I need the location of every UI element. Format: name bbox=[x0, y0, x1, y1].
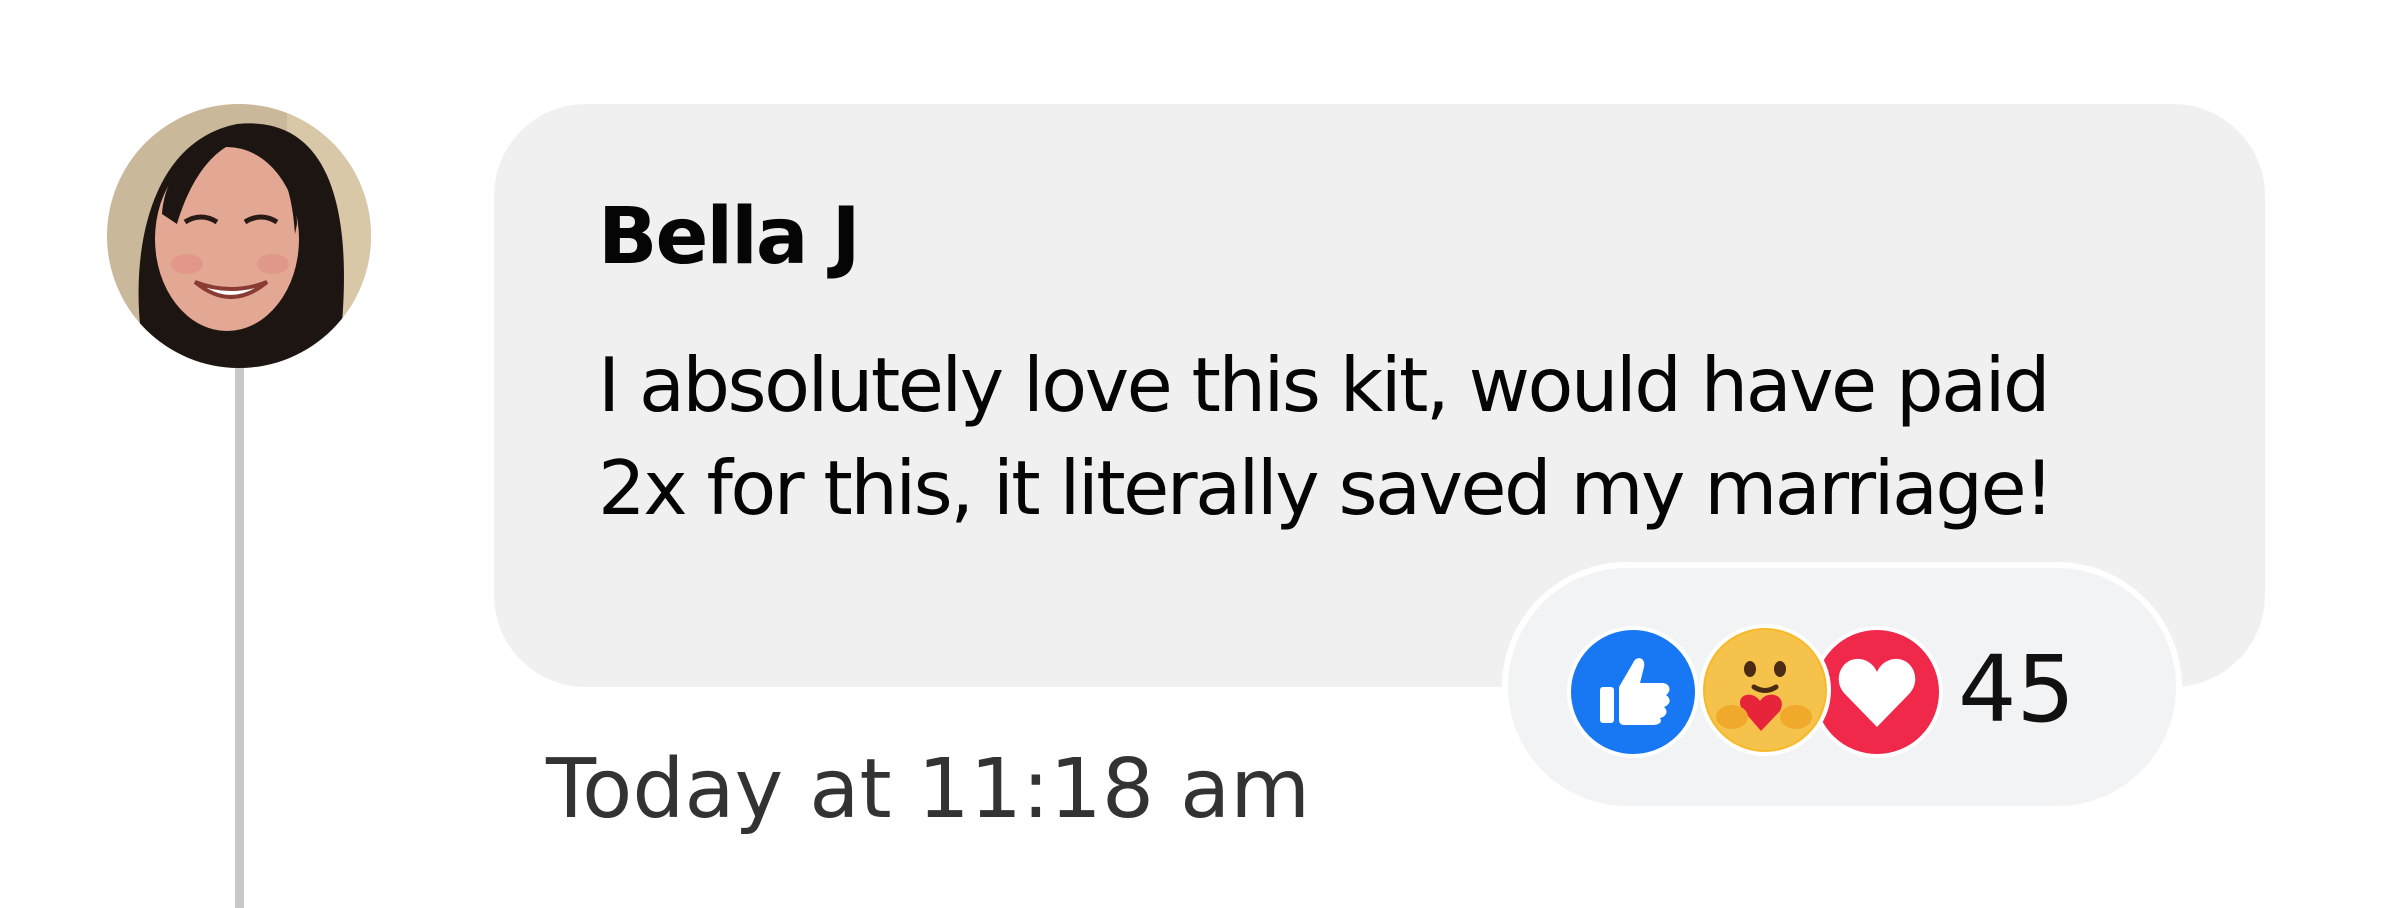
like-icon bbox=[1566, 625, 1700, 759]
reaction-count: 45 bbox=[1958, 636, 2076, 743]
avatar[interactable] bbox=[107, 104, 371, 368]
comment-text: I absolutely love this kit, would have p… bbox=[598, 334, 2198, 540]
reactions-summary[interactable]: 45 bbox=[1508, 568, 2176, 806]
comment-text-line: 2x for this, it literally saved my marri… bbox=[598, 444, 2054, 532]
avatar-photo bbox=[107, 104, 371, 368]
care-icon bbox=[1698, 623, 1832, 757]
comment-text-line: I absolutely love this kit, would have p… bbox=[598, 341, 2051, 429]
thread-line bbox=[235, 368, 244, 908]
comment-author[interactable]: Bella J bbox=[598, 192, 861, 282]
comment-timestamp[interactable]: Today at 11:18 am bbox=[546, 742, 1310, 837]
